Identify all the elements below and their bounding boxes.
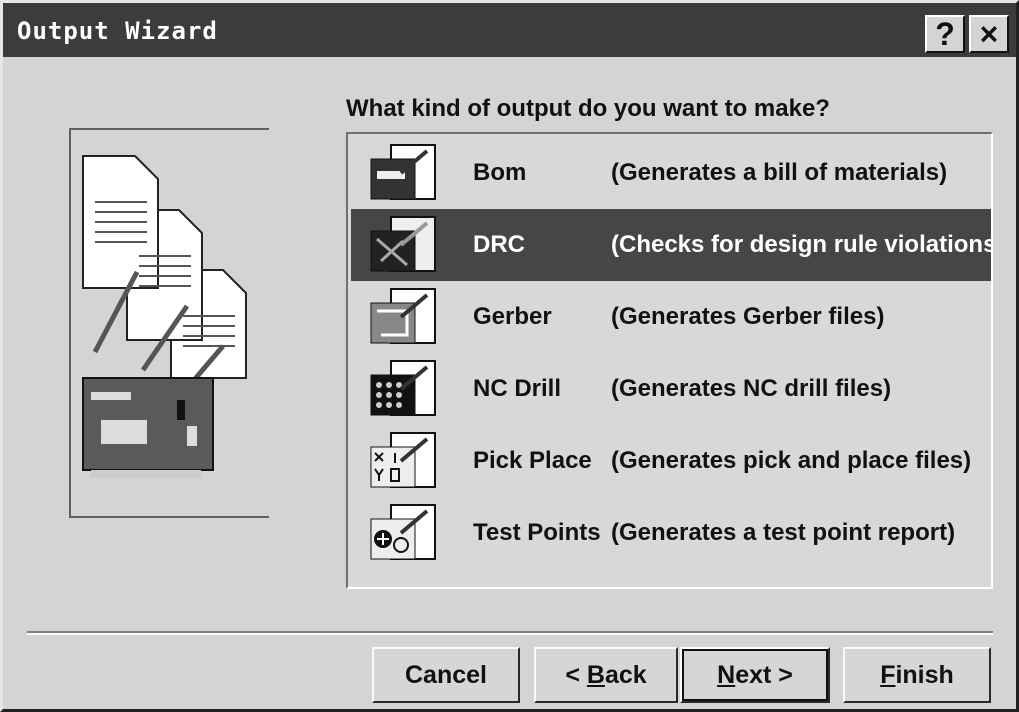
finish-accelerator: F xyxy=(880,660,896,689)
option-name: DRC xyxy=(473,231,525,258)
bom-icon xyxy=(351,137,451,209)
back-accelerator: B xyxy=(586,660,605,689)
list-item-test-points[interactable]: Test Points (Generates a test point repo… xyxy=(351,497,991,569)
list-item-drc[interactable]: DRC (Checks for design rule violations) xyxy=(351,209,991,281)
question-label: What kind of output do you want to make? xyxy=(346,95,830,122)
cancel-label: Cancel xyxy=(405,660,487,689)
nc-drill-icon xyxy=(351,353,451,425)
close-button[interactable]: × xyxy=(969,15,1009,53)
pick-place-icon xyxy=(351,425,451,497)
option-name: Gerber xyxy=(473,303,552,330)
title-bar[interactable]: Output Wizard ? × xyxy=(3,3,1016,57)
list-item-bom[interactable]: Bom (Generates a bill of materials) xyxy=(351,137,991,209)
output-type-list[interactable]: Bom (Generates a bill of materials) DRC … xyxy=(346,132,993,589)
documents-and-board-icon xyxy=(82,155,247,478)
option-name: NC Drill xyxy=(473,375,562,402)
divider xyxy=(27,631,993,635)
option-description: (Generates a test point report) xyxy=(611,519,956,546)
back-label: ack xyxy=(604,660,647,689)
back-button[interactable]: < Back xyxy=(534,647,678,703)
list-item-gerber[interactable]: Gerber (Generates Gerber files) xyxy=(351,281,991,353)
list-item-pick-place[interactable]: Pick Place (Generates pick and place fil… xyxy=(351,425,991,497)
close-icon: × xyxy=(979,16,999,52)
option-description: (Generates pick and place files) xyxy=(611,447,972,474)
drc-icon xyxy=(351,209,451,281)
next-button[interactable]: Next > xyxy=(680,647,830,703)
next-label: ext > xyxy=(735,660,793,689)
option-description: (Generates NC drill files) xyxy=(611,375,892,402)
help-button[interactable]: ? xyxy=(925,15,965,53)
help-icon: ? xyxy=(935,16,955,52)
output-wizard-dialog: Output Wizard ? × What kind of output do… xyxy=(0,0,1019,712)
option-description: (Checks for design rule violations) xyxy=(611,231,993,258)
option-name: Bom xyxy=(473,159,527,186)
option-description: (Generates a bill of materials) xyxy=(611,159,948,186)
finish-button[interactable]: Finish xyxy=(843,647,991,703)
test-points-icon xyxy=(351,497,451,569)
next-accelerator: N xyxy=(717,660,736,689)
option-name: Test Points xyxy=(473,519,601,546)
option-description: (Generates Gerber files) xyxy=(611,303,885,330)
window-title: Output Wizard xyxy=(17,17,218,45)
back-prefix: < xyxy=(565,660,587,689)
gerber-icon xyxy=(351,281,451,353)
list-item-nc-drill[interactable]: NC Drill (Generates NC drill files) xyxy=(351,353,991,425)
finish-label: inish xyxy=(895,660,954,689)
wizard-illustration xyxy=(69,128,269,518)
option-name: Pick Place xyxy=(473,447,592,474)
cancel-button[interactable]: Cancel xyxy=(372,647,520,703)
